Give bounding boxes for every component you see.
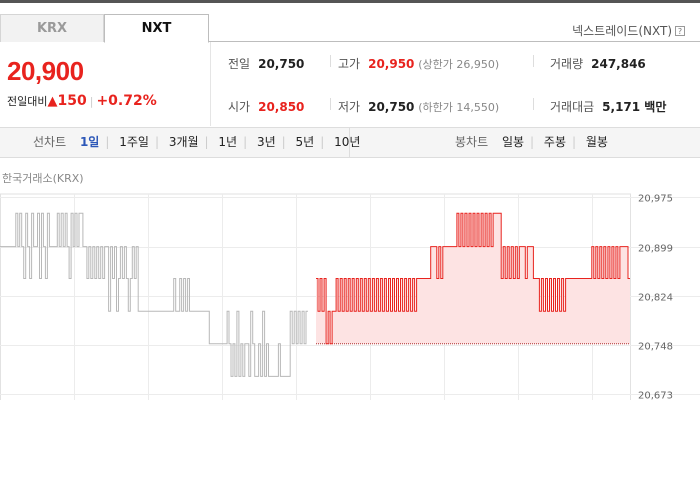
period-3m[interactable]: 3개월 — [169, 135, 199, 149]
exchange-label: 한국거래소(KRX) — [2, 172, 84, 185]
column-divider — [330, 55, 331, 67]
column-divider — [533, 98, 534, 110]
change-value: 150 — [57, 93, 87, 109]
top-border — [0, 0, 700, 3]
krx-price-line — [0, 212, 308, 377]
y-tick-label: 20,899 — [638, 244, 673, 255]
lower-limit: (하한가 14,550) — [418, 101, 500, 114]
column-divider — [533, 55, 534, 67]
line-chart-label: 선차트 — [33, 135, 67, 149]
option-divider: | — [105, 135, 110, 149]
period-1w[interactable]: 1주일 — [119, 135, 149, 149]
current-price: 20,900 — [7, 56, 84, 86]
amount-label: 거래대금 — [550, 100, 595, 114]
option-divider: | — [530, 135, 535, 149]
option-divider: | — [154, 135, 159, 149]
chart-toolbar: 선차트 1일 | 1주일 | 3개월 | 1년 | 3년 | 5년 | 10년 봉차트 일봉… — [0, 127, 700, 158]
period-1y[interactable]: 1년 — [218, 135, 237, 149]
option-divider: | — [572, 135, 577, 149]
volume-label: 거래량 — [550, 57, 584, 71]
candle-chart-options: 봉차트 일봉 | 주봉 | 월봉 — [455, 128, 608, 157]
high-price: 고가 20,950 (상한가 26,950) — [338, 55, 499, 72]
high-label: 고가 — [338, 57, 361, 71]
y-tick-label: 20,975 — [638, 194, 673, 205]
help-icon[interactable]: ? — [675, 26, 685, 36]
candle-chart-label: 봉차트 — [455, 135, 489, 149]
upper-limit: (상한가 26,950) — [418, 58, 500, 71]
change-label: 전일대비 — [7, 95, 48, 108]
tab-nxt[interactable]: NXT — [104, 14, 209, 43]
volume-value: 247,846 — [591, 57, 646, 71]
low-value: 20,750 — [368, 100, 415, 114]
line-chart-options: 선차트 1일 | 1주일 | 3개월 | 1년 | 3년 | 5년 | 10년 — [33, 128, 360, 157]
period-1d[interactable]: 1일 — [80, 135, 99, 149]
y-tick-label: 20,673 — [638, 391, 673, 401]
open-value: 20,850 — [258, 100, 305, 114]
up-arrow-icon: ▲ — [47, 94, 58, 109]
candle-daily[interactable]: 일봉 — [502, 135, 524, 149]
high-value: 20,950 — [368, 57, 415, 71]
y-tick-label: 20,748 — [638, 342, 673, 353]
change-divider: | — [89, 95, 94, 108]
prev-close-label: 전일 — [228, 57, 251, 71]
tab-krx[interactable]: KRX — [0, 14, 104, 42]
volume: 거래량 247,846 — [550, 55, 646, 72]
low-label: 저가 — [338, 100, 361, 114]
period-3y[interactable]: 3년 — [257, 135, 276, 149]
toolbar-divider — [349, 128, 350, 157]
market-label: 넥스트레이드(NXT)? — [572, 22, 685, 39]
open-price: 시가 20,850 — [228, 98, 304, 115]
candle-weekly[interactable]: 주봉 — [544, 135, 566, 149]
period-5y[interactable]: 5년 — [296, 135, 315, 149]
price-change: 전일대비▲150 | +0.72% — [7, 93, 157, 109]
prev-close-value: 20,750 — [258, 57, 305, 71]
intraday-line-chart: 20,975 20,899 20,824 20,748 20,673 — [0, 193, 700, 401]
column-divider — [330, 98, 331, 110]
prev-close: 전일 20,750 — [228, 55, 304, 72]
y-tick-label: 20,824 — [638, 293, 673, 304]
option-divider: | — [281, 135, 286, 149]
option-divider: | — [320, 135, 325, 149]
period-10y[interactable]: 10년 — [334, 135, 360, 149]
option-divider: | — [243, 135, 248, 149]
option-divider: | — [204, 135, 209, 149]
market-label-text: 넥스트레이드(NXT) — [572, 24, 672, 38]
amount-value: 5,171 백만 — [602, 100, 667, 114]
change-percent: +0.72% — [96, 93, 157, 109]
low-price: 저가 20,750 (하한가 14,550) — [338, 98, 499, 115]
price-info-divider — [210, 42, 211, 126]
open-label: 시가 — [228, 100, 251, 114]
candle-monthly[interactable]: 월봉 — [586, 135, 608, 149]
trade-amount: 거래대금 5,171 백만 — [550, 98, 666, 115]
